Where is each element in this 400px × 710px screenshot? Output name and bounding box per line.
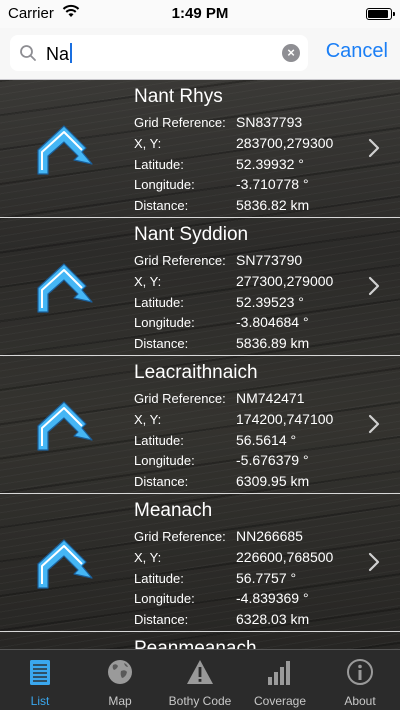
chevron-right-icon[interactable] bbox=[368, 138, 380, 158]
search-icon bbox=[20, 45, 36, 61]
grid-reference-label: Grid Reference: bbox=[134, 391, 226, 406]
tab-list[interactable]: List bbox=[0, 650, 80, 710]
distance-label: Distance: bbox=[134, 336, 189, 351]
distance-value: 6309.95 km bbox=[236, 473, 310, 489]
list-item[interactable]: Nant Rhys Grid Reference: SN837793 X, Y: 283… bbox=[0, 80, 400, 218]
tab-label: Bothy Code bbox=[168, 694, 232, 708]
list-item[interactable]: Peanmeanach bbox=[0, 632, 400, 649]
battery-icon bbox=[366, 8, 395, 20]
bothy-name: Peanmeanach bbox=[134, 638, 257, 649]
bothy-route-icon bbox=[30, 258, 106, 318]
globe-icon bbox=[108, 660, 132, 684]
chevron-right-icon[interactable] bbox=[368, 414, 380, 434]
grid-reference-label: Grid Reference: bbox=[134, 115, 226, 130]
grid-reference-label: Grid Reference: bbox=[134, 529, 226, 544]
longitude-label: Longitude: bbox=[134, 315, 195, 330]
bothy-name: Nant Syddion bbox=[134, 224, 249, 245]
status-bar: Carrier 1:49 PM bbox=[0, 0, 400, 28]
list-icon bbox=[30, 660, 50, 685]
distance-label: Distance: bbox=[134, 474, 189, 489]
tab-coverage[interactable]: Coverage bbox=[240, 650, 320, 710]
grid-reference-value: SN773790 bbox=[236, 252, 303, 268]
xy-value: 277300,279000 bbox=[236, 273, 334, 289]
longitude-label: Longitude: bbox=[134, 453, 195, 468]
grid-reference-label: Grid Reference: bbox=[134, 253, 226, 268]
clear-search-icon[interactable]: × bbox=[282, 44, 300, 62]
chevron-right-icon[interactable] bbox=[368, 276, 380, 296]
distance-value: 5836.82 km bbox=[236, 197, 310, 213]
bothy-route-icon bbox=[30, 120, 106, 180]
cancel-button[interactable]: Cancel bbox=[326, 40, 388, 63]
list-item[interactable]: Nant Syddion Grid Reference: SN773790 X, Y:… bbox=[0, 218, 400, 356]
search-input[interactable]: Na × bbox=[10, 35, 308, 71]
tab-label: List bbox=[30, 694, 50, 708]
tab-bar: List Map Bothy Code Coverage About bbox=[0, 649, 400, 710]
bothy-name: Meanach bbox=[134, 500, 213, 521]
distance-value: 6328.03 km bbox=[236, 611, 310, 627]
latitude-label: Latitude: bbox=[134, 295, 184, 310]
list-item[interactable]: Leacraithnaich Grid Reference: NM742471 X, … bbox=[0, 356, 400, 494]
bothy-name: Leacraithnaich bbox=[134, 362, 258, 383]
grid-reference-value: SN837793 bbox=[236, 114, 303, 130]
signal-bars-icon bbox=[268, 661, 290, 685]
xy-value: 226600,768500 bbox=[236, 549, 334, 565]
tab-label: About bbox=[344, 694, 376, 708]
longitude-label: Longitude: bbox=[134, 591, 195, 606]
bothy-name: Nant Rhys bbox=[134, 86, 223, 107]
list-item[interactable]: Meanach Grid Reference: NN266685 X, Y: 22660… bbox=[0, 494, 400, 632]
longitude-value: -3.804684 ° bbox=[236, 314, 309, 330]
tab-map[interactable]: Map bbox=[80, 650, 160, 710]
latitude-value: 52.39932 ° bbox=[236, 156, 304, 172]
grid-reference-value: NN266685 bbox=[236, 528, 303, 544]
latitude-label: Latitude: bbox=[134, 157, 184, 172]
xy-label: X, Y: bbox=[134, 412, 162, 427]
xy-value: 174200,747100 bbox=[236, 411, 334, 427]
latitude-label: Latitude: bbox=[134, 571, 184, 586]
longitude-value: -5.676379 ° bbox=[236, 452, 309, 468]
longitude-label: Longitude: bbox=[134, 177, 195, 192]
xy-label: X, Y: bbox=[134, 136, 162, 151]
tab-about[interactable]: About bbox=[320, 650, 400, 710]
longitude-value: -4.839369 ° bbox=[236, 590, 309, 606]
chevron-right-icon[interactable] bbox=[368, 552, 380, 572]
xy-value: 283700,279300 bbox=[236, 135, 334, 151]
info-icon bbox=[347, 659, 373, 685]
warning-icon bbox=[187, 660, 213, 684]
tab-bothy-code[interactable]: Bothy Code bbox=[160, 650, 240, 710]
bothy-route-icon bbox=[30, 534, 106, 594]
xy-label: X, Y: bbox=[134, 550, 162, 565]
tab-label: Map bbox=[108, 694, 132, 708]
clock: 1:49 PM bbox=[171, 5, 229, 22]
text-caret bbox=[70, 43, 73, 63]
latitude-value: 52.39523 ° bbox=[236, 294, 304, 310]
results-list[interactable]: Nant Rhys Grid Reference: SN837793 X, Y: 283… bbox=[0, 80, 400, 649]
tab-label: Coverage bbox=[253, 694, 307, 708]
longitude-value: -3.710778 ° bbox=[236, 176, 309, 192]
bothy-route-icon bbox=[30, 396, 106, 456]
latitude-value: 56.5614 ° bbox=[236, 432, 297, 448]
distance-label: Distance: bbox=[134, 198, 189, 213]
latitude-value: 56.7757 ° bbox=[236, 570, 297, 586]
distance-value: 5836.89 km bbox=[236, 335, 310, 351]
grid-reference-value: NM742471 bbox=[236, 390, 305, 406]
xy-label: X, Y: bbox=[134, 274, 162, 289]
latitude-label: Latitude: bbox=[134, 433, 184, 448]
search-query: Na bbox=[46, 43, 73, 65]
distance-label: Distance: bbox=[134, 612, 189, 627]
search-bar: Na × Cancel bbox=[0, 28, 400, 80]
